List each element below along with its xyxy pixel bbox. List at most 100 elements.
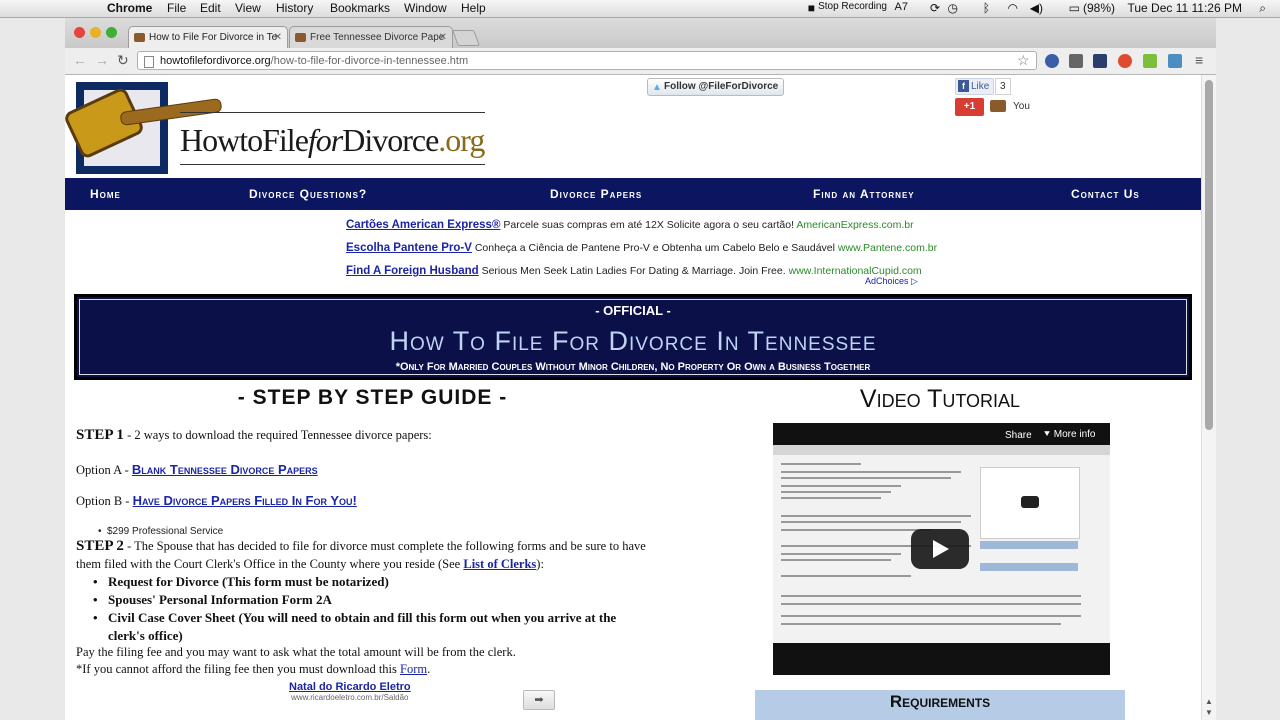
next-arrow-button[interactable]: ➡ <box>523 690 555 710</box>
spotlight-icon[interactable]: ⌕ <box>1259 1 1266 16</box>
address-bar[interactable]: howtofilefordivorce.org/how-to-file-for-… <box>137 51 1037 70</box>
twitter-bird-icon: ▲ <box>652 82 662 93</box>
tab-title: How to File For Divorce in Te <box>149 32 278 43</box>
ad-item: Escolha Pantene Pro-V Conheça a Ciência … <box>346 242 937 254</box>
page-subtitle: *Only For Married Couples Without Minor … <box>395 361 871 373</box>
zoom-window-button[interactable] <box>106 27 117 38</box>
bottom-ad: Natal do Ricardo Eletro www.ricardoeletr… <box>289 681 411 702</box>
reload-icon[interactable]: ↻ <box>117 52 129 69</box>
play-icon[interactable] <box>911 529 969 569</box>
extension-qr-icon[interactable] <box>1093 54 1107 68</box>
video-more-info[interactable]: ⯆ More info <box>1043 429 1095 440</box>
ad-text: Conheça a Ciência de Pantene Pro-V e Obt… <box>474 242 835 254</box>
video-share[interactable]: Share <box>1005 430 1032 441</box>
webpage: HowtoFileforDivorce.org ▲ Follow @FileFo… <box>65 75 1202 720</box>
video-heading: Video Tutorial <box>859 385 1021 413</box>
browser-window: How to File For Divorce in Te ✕ Free Ten… <box>65 18 1216 720</box>
menu-app[interactable]: Chrome <box>107 1 152 15</box>
site-logo[interactable]: HowtoFileforDivorce.org <box>65 80 490 180</box>
back-icon[interactable]: ← <box>73 52 87 68</box>
extension-person-icon[interactable] <box>1045 54 1059 68</box>
extension-screenshot-icon[interactable] <box>1168 54 1182 68</box>
ad-link[interactable]: Escolha Pantene Pro-V <box>346 242 472 254</box>
mac-menubar: Chrome File Edit View History Bookmarks … <box>0 0 1280 18</box>
menu-edit[interactable]: Edit <box>200 1 221 15</box>
scroll-down-icon[interactable]: ▼ <box>1205 708 1213 717</box>
step1: STEP 1 - 2 ways to download the required… <box>76 427 432 444</box>
wifi-icon[interactable]: ◠ <box>1008 1 1018 15</box>
close-tab-icon[interactable]: ✕ <box>439 27 447 48</box>
forward-icon[interactable]: → <box>95 52 109 68</box>
nav-divorce-questions[interactable]: Divorce Questions? <box>249 178 367 210</box>
adobe-icon[interactable]: A7 <box>895 1 908 13</box>
logo-text: HowtoFileforDivorce.org <box>180 122 485 158</box>
menu-history[interactable]: History <box>276 1 313 15</box>
requirements-heading: Requirements <box>755 690 1125 720</box>
adchoices-link[interactable]: AdChoices ▷ <box>865 276 918 287</box>
nav-find-attorney[interactable]: Find an Attorney <box>813 178 915 210</box>
sync-icon[interactable]: ⟳ <box>930 1 940 15</box>
blank-papers-link[interactable]: Blank Tennessee Divorce Papers <box>132 462 318 477</box>
ad-link[interactable]: Cartões American Express® <box>346 219 500 231</box>
you-label: You <box>1013 101 1030 112</box>
scroll-up-icon[interactable]: ▲ <box>1205 697 1213 706</box>
chrome-menu-icon[interactable]: ≡ <box>1195 52 1203 68</box>
tab-title: Free Tennessee Divorce Pape <box>310 32 445 43</box>
bottom-ad-domain[interactable]: www.ricardoeletro.com.br/Saldão <box>289 693 411 702</box>
bluetooth-icon[interactable]: ᛒ <box>983 1 990 15</box>
browser-toolbar: ← → ↻ howtofilefordivorce.org/how-to-fil… <box>65 48 1216 75</box>
battery-icon[interactable]: ▭ <box>1069 1 1080 15</box>
tab-inactive[interactable]: Free Tennessee Divorce Pape ✕ <box>289 26 453 48</box>
timemachine-icon[interactable]: ◷ <box>948 1 958 15</box>
menu-bookmarks[interactable]: Bookmarks <box>330 1 390 15</box>
ad-text: Serious Men Seek Latin Ladies For Dating… <box>481 265 786 277</box>
stumbleupon-icon[interactable] <box>1118 54 1132 68</box>
step1-label: STEP 1 <box>76 427 124 443</box>
form-link[interactable]: Form <box>400 662 427 676</box>
new-tab-button[interactable] <box>452 30 480 46</box>
ad-domain[interactable]: www.Pantene.com.br <box>838 242 937 254</box>
extension-it-icon[interactable] <box>1143 54 1157 68</box>
nav-divorce-papers[interactable]: Divorce Papers <box>550 178 642 210</box>
menu-window[interactable]: Window <box>404 1 447 15</box>
menu-help[interactable]: Help <box>461 1 486 15</box>
nav-home[interactable]: Home <box>90 178 121 210</box>
gavel-avatar-icon <box>990 100 1006 112</box>
nav-contact-us[interactable]: Contact Us <box>1071 178 1140 210</box>
scrollbar-thumb[interactable] <box>1205 80 1213 430</box>
list-of-clerks-link[interactable]: List of Clerks <box>463 557 536 571</box>
option-b: Option B - Have Divorce Papers Filled In… <box>76 493 357 509</box>
twitter-follow-button[interactable]: ▲ Follow @FileForDivorce <box>647 78 785 96</box>
step2-text-2: them filed with the Court Clerk's Office… <box>76 557 464 571</box>
filled-papers-link[interactable]: Have Divorce Papers Filled In For You! <box>133 493 357 508</box>
vertical-scrollbar[interactable]: ▲ ▼ <box>1201 75 1216 720</box>
ad-link[interactable]: Find A Foreign Husband <box>346 265 479 277</box>
stop-recording-label[interactable]: Stop Recording <box>818 1 887 12</box>
volume-icon[interactable]: ◀) <box>1030 1 1043 15</box>
menu-view[interactable]: View <box>235 1 261 15</box>
ad-domain[interactable]: AmericanExpress.com.br <box>796 219 913 231</box>
page-title: How To File For Divorce In Tennessee <box>389 326 877 356</box>
google-plus-button[interactable]: +1 <box>955 98 984 116</box>
afford-text: *If you cannot afford the filing fee the… <box>76 662 401 676</box>
facebook-like-button[interactable]: f Like <box>955 78 995 95</box>
page-icon <box>144 56 154 68</box>
menu-file[interactable]: File <box>167 1 186 15</box>
main-nav: Home Divorce Questions? Divorce Papers F… <box>65 178 1202 210</box>
ad-text: Parcele suas compras em até 12X Solicite… <box>503 219 795 231</box>
url-path: /how-to-file-for-divorce-in-tennessee.ht… <box>270 55 469 67</box>
video-player[interactable]: Share ⯆ More info <box>773 423 1110 675</box>
more-info-label: More info <box>1053 429 1096 440</box>
stop-recording-icon[interactable]: ■ <box>808 1 815 15</box>
extension-reader-icon[interactable] <box>1069 54 1083 68</box>
step1-text: - 2 ways to download the required Tennes… <box>123 428 432 442</box>
step2-cont: them filed with the Court Clerk's Office… <box>76 557 544 572</box>
close-tab-icon[interactable]: ✕ <box>274 27 282 48</box>
tab-active[interactable]: How to File For Divorce in Te ✕ <box>128 26 288 48</box>
title-banner: - OFFICIAL - How To File For Divorce In … <box>74 294 1192 380</box>
close-window-button[interactable] <box>74 27 85 38</box>
bottom-ad-link[interactable]: Natal do Ricardo Eletro <box>289 681 411 693</box>
bookmark-star-icon[interactable]: ☆ <box>1017 52 1030 69</box>
minimize-window-button[interactable] <box>90 27 101 38</box>
clock[interactable]: Tue Dec 11 11:26 PM <box>1127 1 1242 15</box>
